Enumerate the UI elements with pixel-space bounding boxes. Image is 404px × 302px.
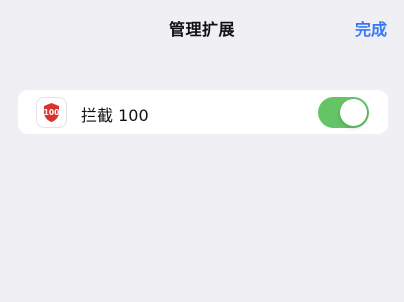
shield-100-icon: 100	[37, 98, 66, 127]
page-title: 管理扩展	[168, 20, 235, 39]
nav-bar: 管理扩展 完成	[0, 0, 404, 56]
extension-list: 100 拦截 100	[18, 90, 388, 134]
toggle-knob	[340, 99, 367, 126]
app-icon-text: 100	[44, 108, 60, 117]
extension-name: 拦截 100	[81, 106, 149, 125]
done-button[interactable]: 完成	[355, 16, 387, 40]
extension-toggle[interactable]	[318, 97, 369, 128]
